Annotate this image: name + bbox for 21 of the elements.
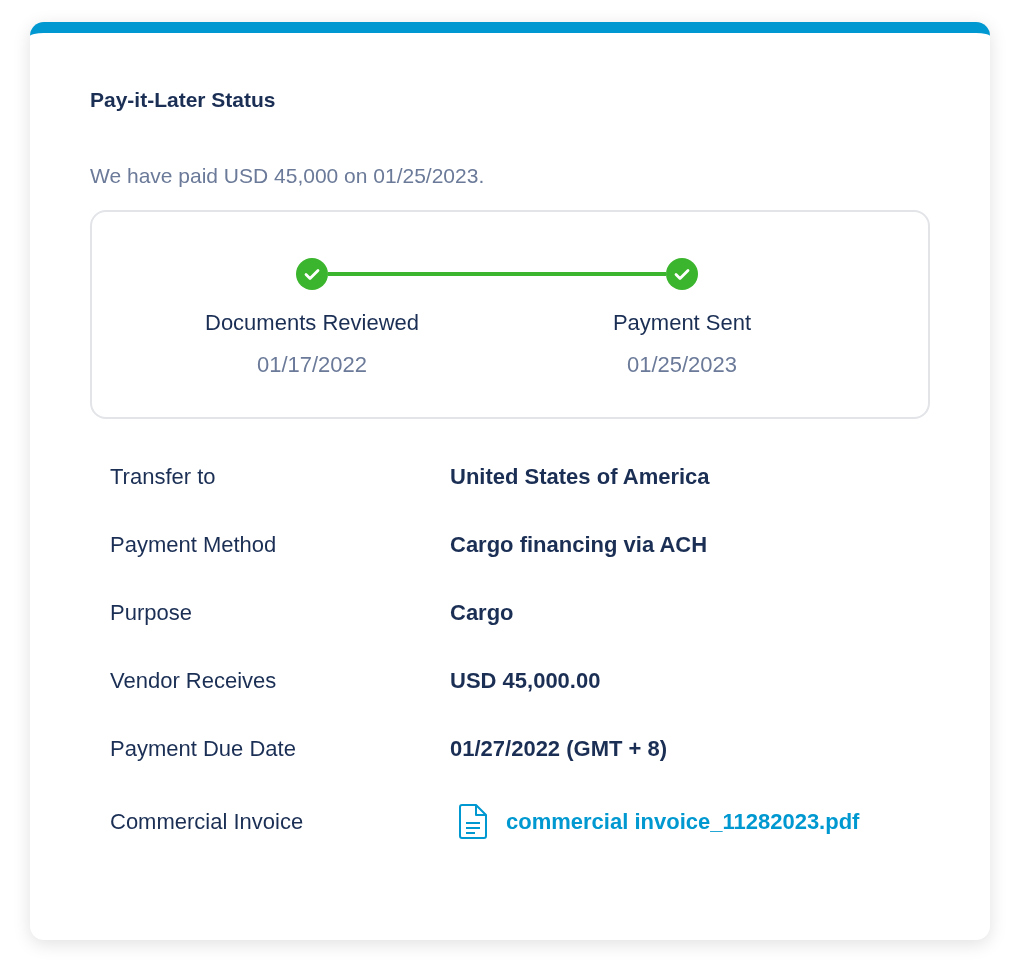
step-date: 01/25/2023: [626, 352, 738, 378]
detail-label: Commercial Invoice: [110, 809, 305, 835]
detail-label: Transfer to: [110, 464, 217, 490]
detail-label: Vendor Receives: [110, 668, 278, 694]
detail-value: United States of America: [450, 464, 711, 490]
step-label: Documents Reviewed: [205, 310, 419, 336]
document-icon: [458, 804, 488, 840]
check-icon: [674, 267, 690, 281]
detail-value: Cargo financing via ACH: [450, 532, 709, 558]
detail-value: 01/27/2022 (GMT + 8): [450, 736, 669, 762]
detail-label: Payment Method: [110, 532, 278, 558]
payment-summary: We have paid USD 45,000 on 01/25/2023.: [90, 164, 486, 188]
check-icon: [304, 267, 320, 281]
invoice-link[interactable]: commercial invoice_11282023.pdf: [506, 809, 860, 835]
detail-value: Cargo: [450, 600, 515, 626]
card-title: Pay-it-Later Status: [90, 88, 277, 112]
step-label: Payment Sent: [612, 310, 752, 336]
detail-value: USD 45,000.00: [450, 668, 602, 694]
detail-label: Purpose: [110, 600, 193, 626]
step-date: 01/17/2022: [256, 352, 368, 378]
detail-label: Payment Due Date: [110, 736, 297, 762]
